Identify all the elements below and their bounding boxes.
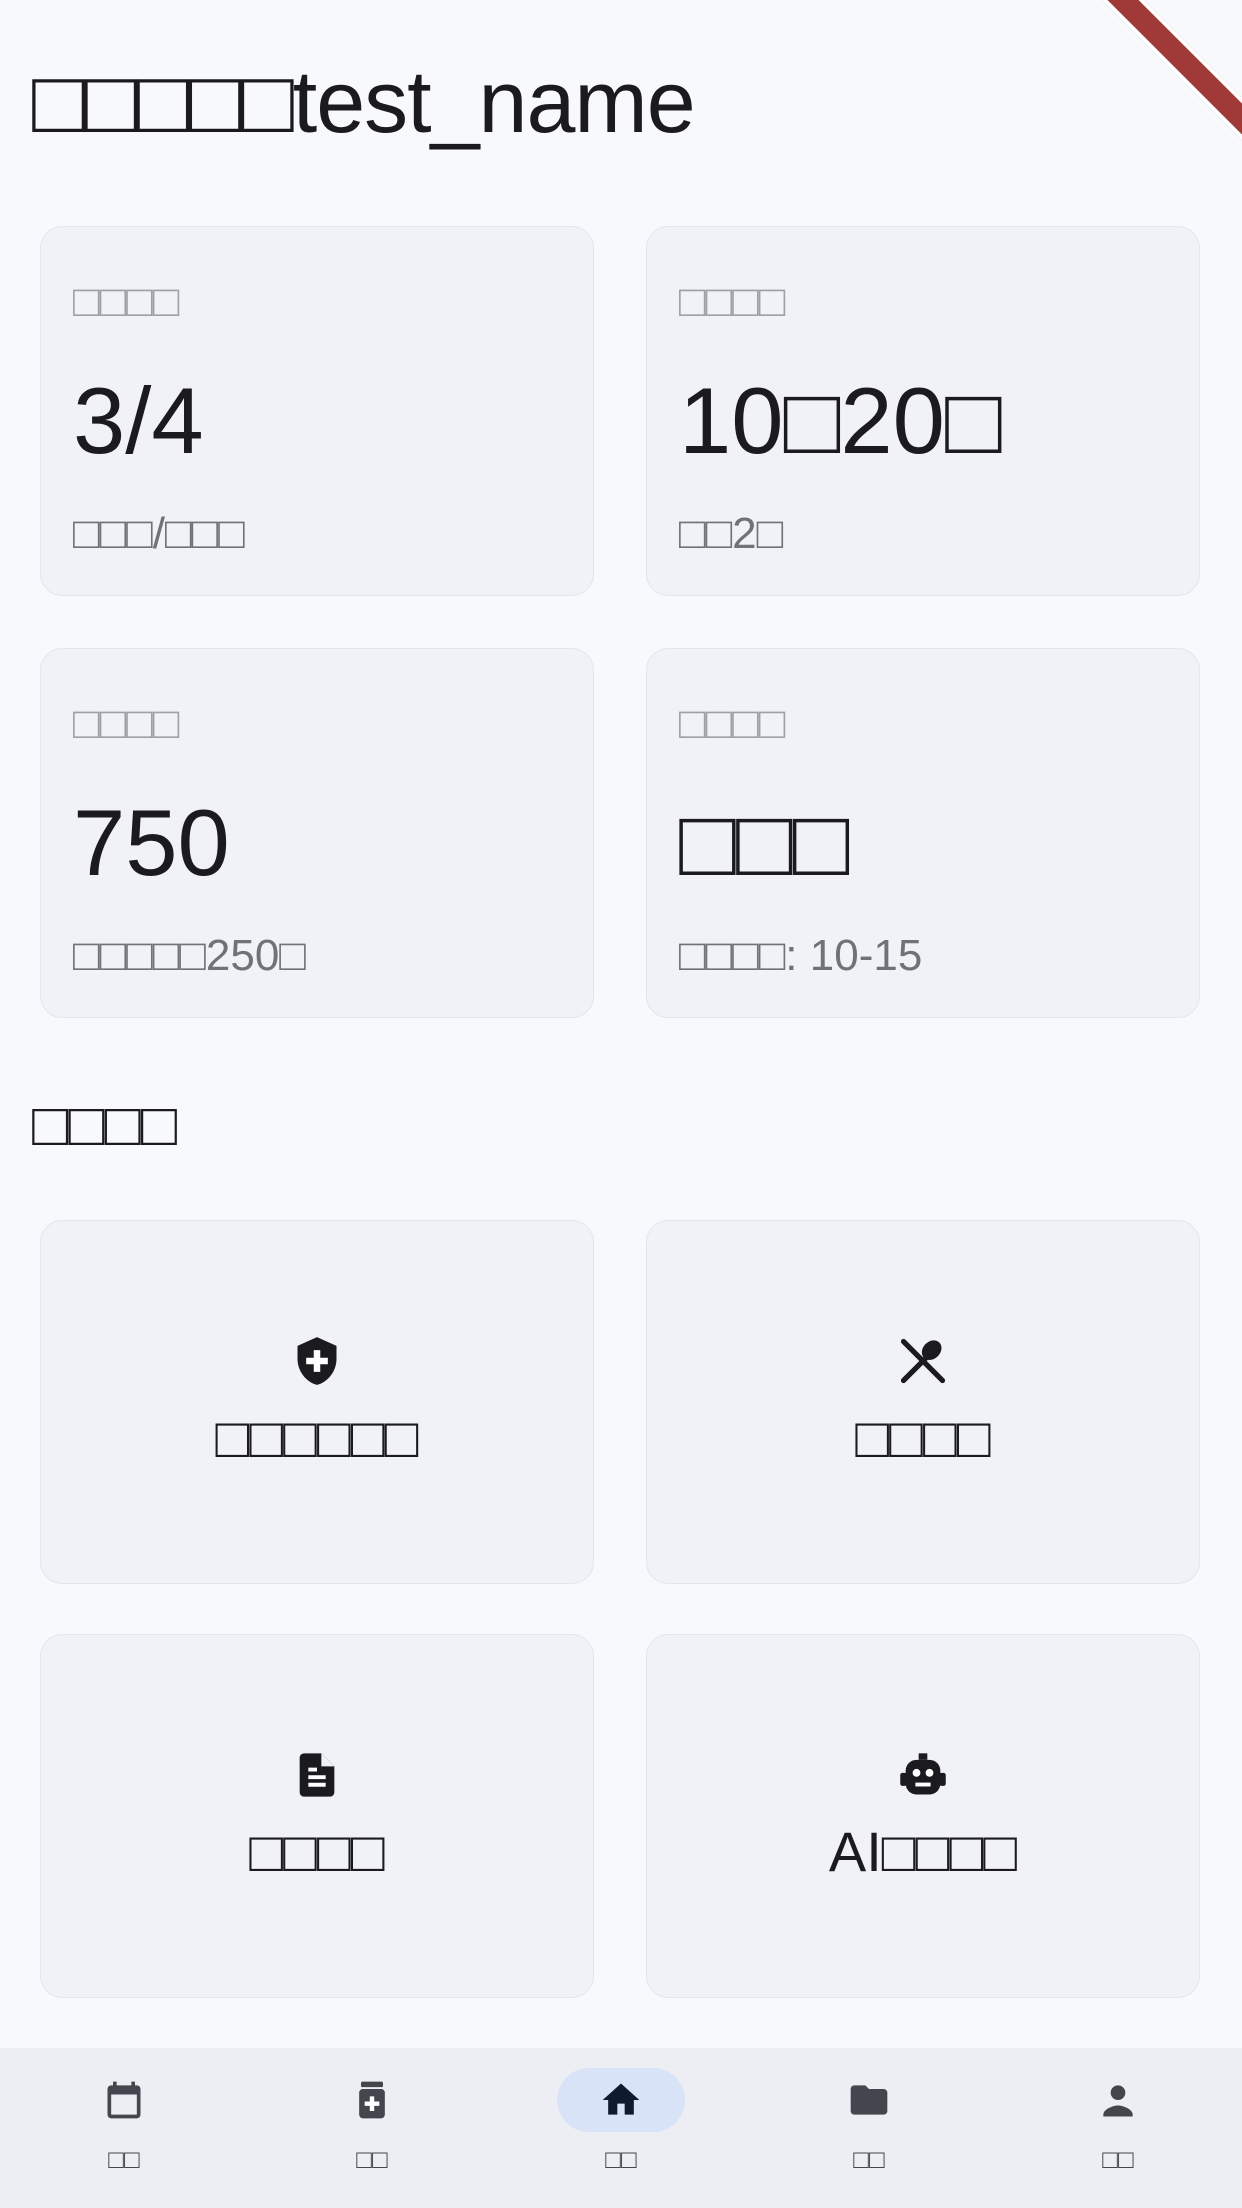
nav-label: □□ — [1102, 2144, 1134, 2174]
nav-item-medicine[interactable]: □□ — [248, 2068, 496, 2188]
stat-value: 10□20□ — [679, 368, 1002, 473]
home-icon — [602, 2083, 640, 2115]
action-card-1[interactable]: □□□□□□ — [40, 1220, 594, 1584]
calendar-icon — [107, 2081, 141, 2119]
shield-plus-icon — [297, 1336, 337, 1385]
action-label: □□□□ — [249, 1819, 385, 1883]
action-card-3[interactable]: □□□□ — [40, 1634, 594, 1998]
stat-label: □□□□ — [679, 277, 786, 326]
stat-label: □□□□ — [73, 699, 180, 748]
action-card-4[interactable]: AI□□□□ — [646, 1634, 1200, 1998]
stat-value: □□□ — [679, 790, 850, 895]
nav-label: □□ — [605, 2144, 637, 2174]
medicine-icon — [359, 2081, 385, 2119]
nav-label: □□ — [108, 2144, 140, 2174]
stat-label: □□□□ — [73, 277, 180, 326]
stat-card-4: □□□□ □□□ □□□□: 10-15 — [646, 648, 1200, 1018]
action-label: AI□□□□ — [828, 1819, 1018, 1883]
nav-item-home[interactable]: □□ — [497, 2068, 745, 2188]
nav-label: □□ — [356, 2144, 388, 2174]
stat-value: 3/4 — [73, 368, 204, 473]
action-label: □□□□ — [855, 1405, 991, 1469]
stat-card-1: □□□□ 3/4 □□□/□□□ — [40, 226, 594, 596]
robot-icon — [900, 1752, 946, 1794]
stat-card-2: □□□□ 10□20□ □□2□ — [646, 226, 1200, 596]
folder-icon — [850, 2085, 888, 2115]
stat-value: 750 — [73, 790, 230, 895]
nav-item-calendar[interactable]: □□ — [0, 2068, 248, 2188]
nav-item-folder[interactable]: □□ — [745, 2068, 993, 2188]
nav-label: □□ — [853, 2144, 885, 2174]
stat-subtext: □□2□ — [679, 509, 784, 558]
nav-item-profile[interactable]: □□ — [994, 2068, 1242, 2188]
fork-spoon-icon — [900, 1338, 946, 1383]
greeting-title: □□□□□test_name — [32, 52, 696, 151]
stat-subtext: □□□□: 10-15 — [679, 931, 923, 980]
action-label: □□□□□□ — [215, 1405, 419, 1469]
debug-banner — [1092, 0, 1242, 150]
stat-label: □□□□ — [679, 699, 786, 748]
person-icon — [1103, 2085, 1133, 2117]
bottom-navigation: □□ □□ □□ □□ □□ — [0, 2048, 1242, 2208]
stat-subtext: □□□□□250□ — [73, 931, 306, 980]
stat-card-3: □□□□ 750 □□□□□250□ — [40, 648, 594, 1018]
document-icon — [299, 1752, 335, 1797]
section-title: □□□□ — [32, 1091, 177, 1158]
stat-subtext: □□□/□□□ — [73, 509, 245, 558]
action-card-2[interactable]: □□□□ — [646, 1220, 1200, 1584]
